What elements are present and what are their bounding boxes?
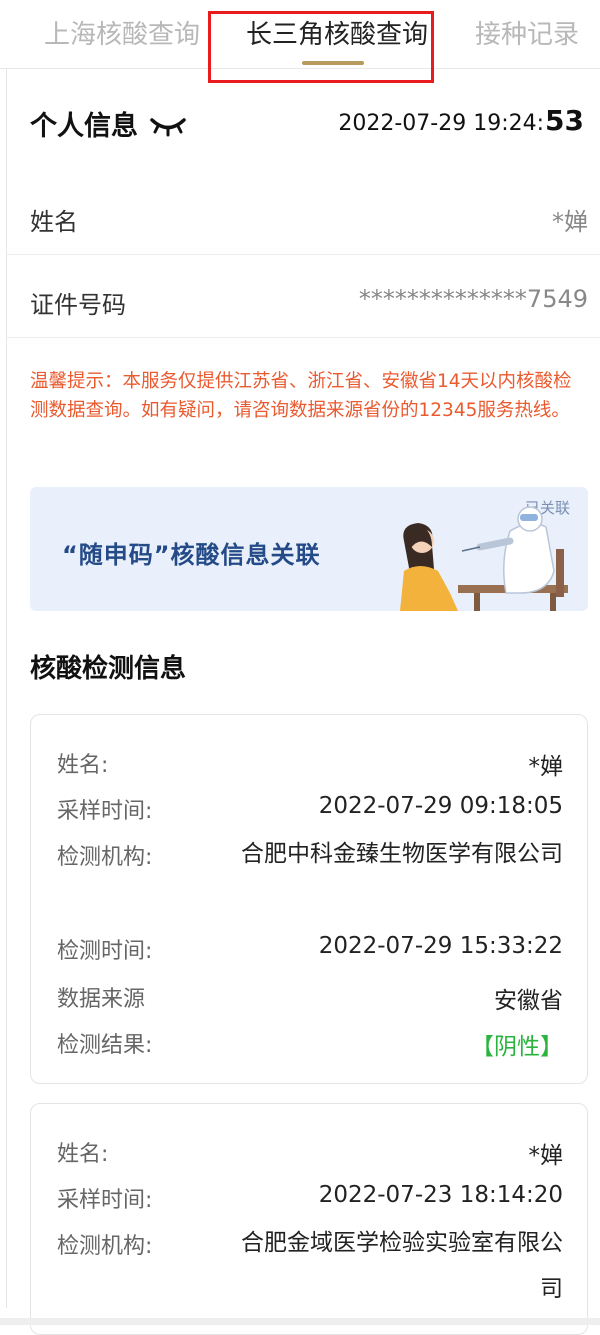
- test-record-card: 姓名: *婵 采样时间: 2022-07-23 18:14:20 检测机构: 合…: [30, 1103, 588, 1335]
- record-name-value: *婵: [528, 1143, 564, 1169]
- tab-shanghai-test[interactable]: 上海核酸查询: [44, 14, 200, 51]
- org-value: 合肥中科金臻生物医学有限公司: [241, 841, 563, 867]
- record-name-label: 姓名:: [57, 753, 109, 778]
- eye-closed-icon[interactable]: [148, 113, 188, 136]
- swab-test-illustration: [400, 506, 568, 611]
- red-highlight-box: [208, 11, 434, 83]
- tab-vaccination-record[interactable]: 接种记录: [475, 14, 579, 51]
- bottom-edge: [0, 1318, 600, 1325]
- personal-info-title: 个人信息: [30, 111, 138, 142]
- test-time-label: 检测时间:: [57, 939, 153, 964]
- test-record-card: 姓名: *婵 采样时间: 2022-07-29 09:18:05 检测机构: 合…: [30, 714, 588, 1084]
- id-value: **************7549: [358, 285, 588, 313]
- divider: [6, 337, 600, 338]
- org-label: 检测机构:: [57, 1234, 153, 1259]
- result-label: 检测结果:: [57, 1033, 153, 1058]
- current-datetime: 2022-07-29 19:24:53: [338, 104, 584, 137]
- sample-time-label: 采样时间:: [57, 1188, 153, 1213]
- source-label: 数据来源: [57, 987, 146, 1012]
- record-name-value: *婵: [528, 754, 564, 780]
- sample-time-value: 2022-07-29 09:18:05: [318, 793, 563, 819]
- notice-text: 温馨提示：本服务仅提供江苏省、浙江省、安徽省14天以内核酸检测数据查询。如有疑问…: [30, 371, 572, 421]
- section-title: 核酸检测信息: [30, 654, 187, 684]
- datetime-seconds: 53: [545, 104, 584, 137]
- org-label: 检测机构:: [57, 845, 153, 870]
- id-label: 证件号码: [30, 291, 126, 319]
- source-value: 安徽省: [494, 988, 563, 1014]
- record-name-label: 姓名:: [57, 1142, 109, 1167]
- link-banner[interactable]: “随申码”核酸信息关联 已关联: [30, 487, 588, 611]
- datetime-main: 2022-07-29 19:24:: [338, 111, 545, 136]
- sample-time-value: 2022-07-23 18:14:20: [318, 1182, 563, 1208]
- test-time-value: 2022-07-29 15:33:22: [318, 933, 563, 959]
- result-value: 【阴性】: [471, 1034, 563, 1060]
- divider: [6, 254, 600, 255]
- name-label: 姓名: [30, 208, 78, 236]
- banner-text: “随申码”核酸信息关联: [62, 541, 321, 569]
- sample-time-label: 采样时间:: [57, 799, 153, 824]
- name-value: *婵: [552, 208, 588, 236]
- personal-info-header: 个人信息: [30, 104, 188, 143]
- org-value: 合肥金域医学检验实验室有限公司: [241, 1230, 563, 1302]
